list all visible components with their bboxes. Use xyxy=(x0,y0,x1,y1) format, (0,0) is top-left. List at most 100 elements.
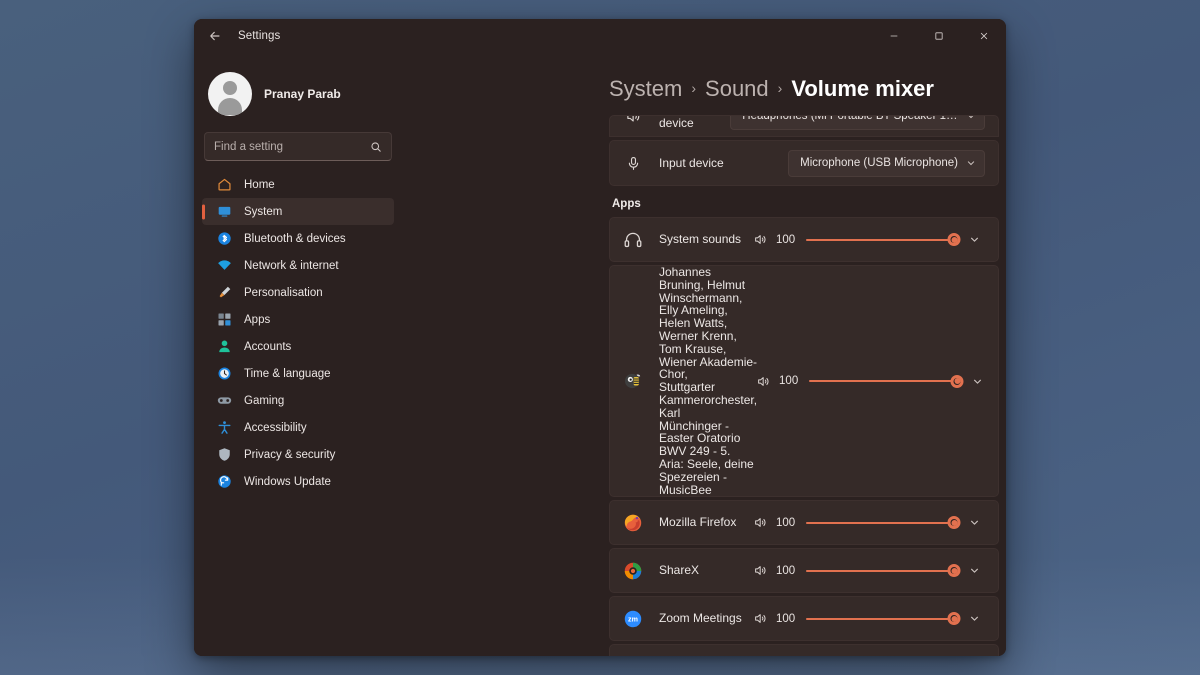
sidebar-item-bluetooth-devices[interactable]: Bluetooth & devices xyxy=(202,225,394,252)
settings-scroll-area[interactable]: Output device Headphones (Mi Portable BT… xyxy=(402,52,1006,656)
chevron-down-icon[interactable] xyxy=(966,376,988,387)
sidebar-item-label: Accessibility xyxy=(244,422,307,434)
input-device-dropdown[interactable]: Microphone (USB Microphone) xyxy=(788,150,985,177)
accessibility-person-icon xyxy=(216,419,233,436)
app-volume-slider[interactable] xyxy=(806,231,954,249)
search-icon xyxy=(370,141,382,153)
output-device-card: Output device Headphones (Mi Portable BT… xyxy=(609,115,999,137)
sidebar-item-network-internet[interactable]: Network & internet xyxy=(202,252,394,279)
sidebar-item-accessibility[interactable]: Accessibility xyxy=(202,414,394,441)
sidebar-item-label: Accounts xyxy=(244,341,291,353)
sidebar: Pranay Parab Home xyxy=(194,52,402,656)
user-avatar-icon xyxy=(208,72,252,116)
sidebar-item-system[interactable]: System xyxy=(202,198,394,225)
apps-grid-icon xyxy=(216,311,233,328)
volume-speaker-icon[interactable] xyxy=(757,375,770,388)
sidebar-item-home[interactable]: Home xyxy=(202,171,394,198)
chevron-down-icon[interactable] xyxy=(963,565,985,576)
output-device-dropdown[interactable]: Headphones (Mi Portable BT Speaker 16W) xyxy=(730,115,985,130)
app-volume-controls: 100 xyxy=(754,562,985,580)
sidebar-nav: Home System Bluetooth & devices Network … xyxy=(202,171,394,495)
window-titlebar: Settings xyxy=(194,19,1006,52)
musicbee-icon xyxy=(623,371,643,391)
sidebar-item-label: Bluetooth & devices xyxy=(244,233,346,245)
chevron-down-icon[interactable] xyxy=(963,234,985,245)
apps-section-title: Apps xyxy=(612,198,999,210)
update-refresh-icon xyxy=(216,473,233,490)
search-box[interactable] xyxy=(204,132,392,161)
slider-thumb[interactable] xyxy=(948,564,961,577)
output-device-label: Output device xyxy=(659,115,730,130)
app-volume-slider[interactable] xyxy=(806,610,954,628)
chevron-down-icon[interactable] xyxy=(963,517,985,528)
app-card: Johannes Bruning, Helmut Winschermann, E… xyxy=(609,265,999,497)
chevron-down-icon[interactable] xyxy=(963,613,985,624)
input-device-row[interactable]: Input device Microphone (USB Microphone) xyxy=(610,141,998,185)
paintbrush-icon xyxy=(216,284,233,301)
slider-thumb[interactable] xyxy=(948,612,961,625)
volume-speaker-icon[interactable] xyxy=(754,564,767,577)
headphones-icon xyxy=(623,230,643,250)
sidebar-item-gaming[interactable]: Gaming xyxy=(202,387,394,414)
sidebar-item-label: Home xyxy=(244,179,275,191)
app-volume-slider[interactable] xyxy=(806,562,954,580)
breadcrumb-sound[interactable]: Sound xyxy=(705,76,769,102)
app-volume-value: 100 xyxy=(776,517,802,529)
sharex-icon xyxy=(623,561,643,581)
sidebar-item-privacy-security[interactable]: Privacy & security xyxy=(202,441,394,468)
slider-thumb[interactable] xyxy=(948,516,961,529)
app-row[interactable]: System sounds 100 xyxy=(610,218,998,261)
volume-speaker-icon[interactable] xyxy=(754,233,767,246)
slider-fill xyxy=(809,380,957,382)
sidebar-item-label: System xyxy=(244,206,282,218)
app-volume-slider[interactable] xyxy=(809,372,957,390)
app-volume-value: 100 xyxy=(776,565,802,577)
sidebar-item-windows-update[interactable]: Windows Update xyxy=(202,468,394,495)
back-arrow-icon[interactable] xyxy=(200,21,230,51)
volume-speaker-icon[interactable] xyxy=(754,612,767,625)
app-card: zm Zoom Meetings 100 xyxy=(609,596,999,641)
account-person-icon xyxy=(216,338,233,355)
close-button[interactable] xyxy=(961,19,1006,52)
app-volume-value: 100 xyxy=(776,613,802,625)
app-name: System sounds xyxy=(659,233,741,246)
microphone-icon xyxy=(623,156,643,171)
output-device-row[interactable]: Output device Headphones (Mi Portable BT… xyxy=(610,115,998,137)
output-device-value: Headphones (Mi Portable BT Speaker 16W) xyxy=(742,115,958,122)
app-row[interactable]: Johannes Bruning, Helmut Winschermann, E… xyxy=(610,266,998,496)
profile-name: Pranay Parab xyxy=(264,87,341,101)
app-name: Zoom Meetings xyxy=(659,612,742,625)
app-volume-controls: 100 xyxy=(754,610,985,628)
sidebar-item-accounts[interactable]: Accounts xyxy=(202,333,394,360)
sidebar-item-apps[interactable]: Apps xyxy=(202,306,394,333)
app-volume-slider[interactable] xyxy=(806,514,954,532)
maximize-button[interactable] xyxy=(916,19,961,52)
sidebar-item-label: Windows Update xyxy=(244,476,331,488)
gamepad-icon xyxy=(216,392,233,409)
volume-speaker-icon[interactable] xyxy=(754,516,767,529)
slider-fill xyxy=(806,522,954,524)
sidebar-item-personalisation[interactable]: Personalisation xyxy=(202,279,394,306)
breadcrumb-system[interactable]: System xyxy=(609,76,682,102)
sidebar-item-label: Gaming xyxy=(244,395,284,407)
app-card: ShareX 100 xyxy=(609,548,999,593)
app-card: System sounds 100 xyxy=(609,217,999,262)
app-name: ShareX xyxy=(659,564,699,577)
app-row[interactable]: zm Zoom Meetings 100 xyxy=(610,645,998,656)
minimize-button[interactable] xyxy=(871,19,916,52)
sidebar-item-label: Time & language xyxy=(244,368,331,380)
input-device-card: Input device Microphone (USB Microphone) xyxy=(609,140,999,186)
slider-thumb[interactable] xyxy=(948,233,961,246)
slider-thumb[interactable] xyxy=(951,375,964,388)
user-profile[interactable]: Pranay Parab xyxy=(202,52,394,122)
settings-window: Settings Pranay Parab xyxy=(194,19,1006,656)
app-row[interactable]: Mozilla Firefox 100 xyxy=(610,501,998,544)
firefox-icon xyxy=(623,513,643,533)
app-row[interactable]: ShareX 100 xyxy=(610,549,998,592)
app-volume-controls: 100 xyxy=(754,514,985,532)
search-input[interactable] xyxy=(214,141,370,153)
bluetooth-icon xyxy=(216,230,233,247)
app-card: zm Zoom Meetings 100 xyxy=(609,644,999,656)
app-row[interactable]: zm Zoom Meetings 100 xyxy=(610,597,998,640)
sidebar-item-time-language[interactable]: Time & language xyxy=(202,360,394,387)
